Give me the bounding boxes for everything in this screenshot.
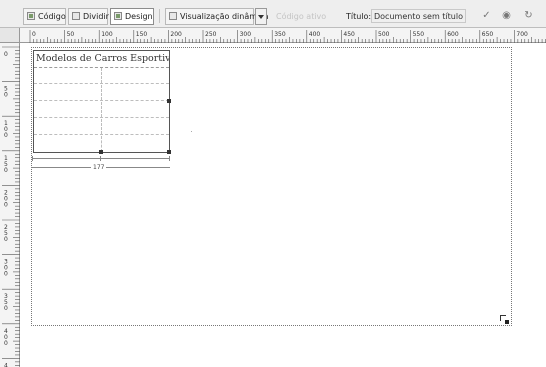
- code-view-icon: [27, 12, 35, 20]
- refresh-icon[interactable]: ↻: [522, 9, 535, 22]
- ruler-label: 600: [447, 31, 459, 38]
- width-tick: [32, 156, 33, 161]
- visualizacao-dinamica-button[interactable]: Visualização dinâmica: [165, 8, 269, 25]
- table-cell[interactable]: [102, 102, 169, 117]
- ruler-label: 0: [4, 305, 8, 312]
- table-row[interactable]: [34, 102, 169, 118]
- live-view-dropdown-button[interactable]: [255, 8, 267, 25]
- codigo-button[interactable]: Código: [23, 8, 66, 25]
- width-tick: [169, 156, 170, 161]
- dividir-button[interactable]: Dividir: [68, 8, 109, 25]
- table-cell[interactable]: [102, 136, 169, 152]
- ruler-label: 150: [136, 31, 148, 38]
- table-row[interactable]: [34, 68, 169, 84]
- table-caption[interactable]: Modelos de Carros Esportivos: [34, 51, 169, 68]
- ruler-label: 350: [274, 31, 286, 38]
- document-toolbar: Código Dividir Design Visualização dinâm…: [0, 0, 546, 28]
- toolbar-divider: [159, 9, 160, 23]
- ruler-label: 0: [4, 236, 8, 243]
- horizontal-ruler-scale: 0 50 100 150 200 250 300 350 400 450 500 550 600 650 7…: [29, 30, 546, 43]
- ruler-label: 0: [4, 340, 8, 347]
- table-width-indicator[interactable]: 177: [32, 156, 170, 172]
- width-tick: [100, 156, 101, 161]
- table-resize-handle-bottom[interactable]: [99, 150, 103, 154]
- live-view-icon: [169, 12, 177, 20]
- table-width-label: 177: [91, 164, 107, 171]
- ruler-label: 4: [4, 362, 8, 367]
- vertical-ruler[interactable]: 050100150200250300350400450: [0, 43, 20, 367]
- table-cell[interactable]: [102, 85, 169, 100]
- ruler-label: 0: [4, 271, 8, 278]
- table[interactable]: Modelos de Carros Esportivos: [33, 50, 171, 154]
- design-view-icon: [114, 12, 122, 20]
- table-cell[interactable]: [34, 68, 102, 83]
- validate-icon[interactable]: ✓: [480, 9, 493, 22]
- vertical-ruler-scale: 050100150200250300350400450: [2, 46, 20, 367]
- codigo-label: Código: [38, 12, 66, 21]
- ruler-label: 400: [309, 31, 321, 38]
- resize-grip-icon[interactable]: [500, 315, 509, 324]
- table-cell[interactable]: [34, 102, 102, 117]
- dividir-label: Dividir: [83, 12, 109, 21]
- ruler-label: 200: [170, 31, 182, 38]
- ruler-label: 0: [4, 132, 8, 139]
- ruler-label: 300: [240, 31, 252, 38]
- horizontal-ruler[interactable]: 0 50 100 150 200 250 300 350 400 450 500 550 600 650 7…: [20, 28, 546, 43]
- canvas-cursor-dot: [191, 131, 192, 132]
- ruler-label: 100: [101, 31, 113, 38]
- ruler-label: 0: [4, 92, 8, 99]
- ruler-label: 0: [4, 51, 8, 58]
- ruler-label: 50: [67, 31, 75, 38]
- table-cell[interactable]: [102, 119, 169, 134]
- ruler-label: 250: [205, 31, 217, 38]
- table-cell[interactable]: [102, 68, 169, 83]
- design-label: Design: [125, 12, 153, 21]
- table-row[interactable]: [34, 85, 169, 101]
- document-title-input[interactable]: Documento sem título: [371, 9, 466, 23]
- codigo-ativo-button[interactable]: Código ativo: [276, 12, 326, 21]
- table-row[interactable]: [34, 119, 169, 135]
- ruler-label: 550: [413, 31, 425, 38]
- ruler-label: 0: [4, 201, 8, 208]
- table-resize-handle-right[interactable]: [167, 99, 171, 103]
- split-view-icon: [72, 12, 80, 20]
- preview-browser-icon[interactable]: ◉: [500, 9, 513, 22]
- ruler-label: 0: [32, 31, 36, 38]
- column-width-line: [32, 158, 170, 159]
- table-cell[interactable]: [34, 119, 102, 134]
- title-label: Título:: [346, 12, 372, 21]
- table-resize-handle-corner[interactable]: [167, 150, 171, 154]
- ruler-corner: [0, 28, 20, 43]
- ruler-label: 0: [4, 167, 8, 174]
- ruler-label: 700: [516, 31, 528, 38]
- ruler-label: 500: [378, 31, 390, 38]
- table-cell[interactable]: [34, 136, 102, 152]
- ruler-label: 450: [343, 31, 355, 38]
- design-button[interactable]: Design: [110, 8, 154, 25]
- table-cell[interactable]: [34, 85, 102, 100]
- ruler-label: 650: [482, 31, 494, 38]
